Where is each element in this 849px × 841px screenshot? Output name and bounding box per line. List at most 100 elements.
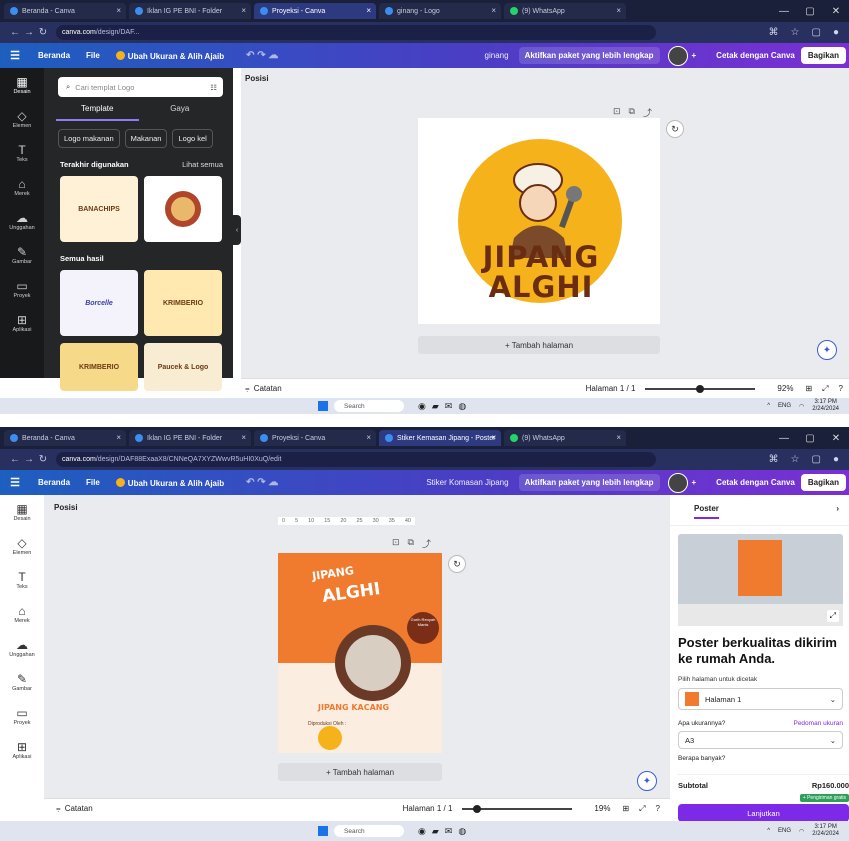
close-icon[interactable]: ×: [366, 433, 371, 442]
clock[interactable]: 3:17 PM 2/24/2024: [812, 824, 839, 838]
browser-tab[interactable]: Iklan IG PE BNI - Folder ×: [129, 430, 251, 446]
filter-chip[interactable]: Logo makanan: [58, 129, 120, 148]
search-input[interactable]: ⌕ Cari templat Logo ☷: [58, 77, 223, 97]
translate-icon[interactable]: ⌘: [769, 454, 779, 465]
design-page[interactable]: JIPANG ALGHI: [418, 118, 660, 324]
template-thumbnail[interactable]: BANACHIPS: [60, 176, 138, 242]
rail-item[interactable]: T Teks: [0, 563, 44, 597]
refresh-icon[interactable]: ↻: [448, 555, 466, 573]
size-guide-link[interactable]: Pedoman ukuran: [793, 720, 843, 727]
clock[interactable]: 3:17 PM 2/24/2024: [812, 399, 839, 413]
url-field[interactable]: canva.com/design/DAF...: [56, 25, 656, 40]
close-window-icon[interactable]: ✕: [823, 433, 849, 444]
close-icon[interactable]: ×: [491, 433, 496, 442]
rail-item[interactable]: ✎ Gambar: [0, 238, 44, 272]
language-indicator[interactable]: ENG: [778, 403, 791, 409]
language-indicator[interactable]: ENG: [778, 828, 791, 834]
reload-icon[interactable]: ↻: [36, 27, 50, 38]
rail-item[interactable]: ◇ Elemen: [0, 529, 44, 563]
expand-icon[interactable]: ⤢: [826, 610, 839, 622]
browser-tab[interactable]: (9) WhatsApp ×: [504, 3, 626, 19]
add-page-icon[interactable]: ⤴: [422, 537, 431, 550]
zoom-knob[interactable]: [472, 804, 481, 813]
template-thumbnail[interactable]: Paucek & Logo: [144, 343, 222, 391]
menu-icon[interactable]: ☰: [0, 49, 30, 62]
taskbar-search[interactable]: Search: [334, 825, 404, 837]
url-field[interactable]: canva.com/design/DAF88ExaaX8/CNNeQA7XYZW…: [56, 452, 656, 467]
profile-icon[interactable]: ●: [833, 27, 839, 38]
position-button[interactable]: Posisi: [245, 74, 269, 83]
avatar[interactable]: [667, 45, 688, 66]
minimize-icon[interactable]: —: [771, 433, 797, 444]
help-icon[interactable]: ?: [839, 384, 843, 393]
fullscreen-icon[interactable]: ⤢: [822, 384, 828, 394]
page-indicator[interactable]: Halaman 1 / 1: [586, 384, 636, 393]
windows-start-icon[interactable]: [318, 826, 328, 836]
chrome-icon[interactable]: ◍: [458, 826, 466, 837]
template-thumbnail[interactable]: Borcelle: [60, 270, 138, 336]
file-menu[interactable]: File: [86, 51, 100, 60]
notes-icon[interactable]: ⩦: [56, 804, 61, 814]
duplicate-icon[interactable]: ⧉: [408, 537, 414, 550]
browser-tab[interactable]: Beranda - Canva ×: [4, 430, 126, 446]
zoom-slider[interactable]: [462, 804, 573, 813]
help-icon[interactable]: ?: [656, 804, 660, 813]
document-title[interactable]: Stiker Komasan Jipang: [426, 478, 508, 487]
magic-assistant-icon[interactable]: ✦: [817, 340, 837, 360]
browser-tab[interactable]: Beranda - Canva ×: [4, 3, 126, 19]
rail-item[interactable]: ⊞ Aplikasi: [0, 306, 44, 340]
rail-item[interactable]: ▭ Proyek: [0, 272, 44, 306]
poster-page[interactable]: JIPANG ALGHI Gurih Renyah Manis JIPANG K…: [278, 553, 442, 753]
widgets-icon[interactable]: ◉: [418, 401, 426, 412]
windows-start-icon[interactable]: [318, 401, 328, 411]
home-button[interactable]: Beranda: [38, 478, 70, 487]
rail-item[interactable]: ✎ Gambar: [0, 665, 44, 699]
document-title[interactable]: ginang: [485, 51, 509, 60]
avatar[interactable]: [667, 472, 688, 493]
back-icon[interactable]: ←: [8, 454, 22, 465]
close-icon[interactable]: ×: [616, 433, 621, 442]
explorer-icon[interactable]: ▰: [432, 401, 439, 412]
chevron-right-icon[interactable]: ›: [836, 504, 839, 519]
profile-icon[interactable]: ●: [833, 454, 839, 465]
translate-icon[interactable]: ⌘: [769, 27, 779, 38]
refresh-icon[interactable]: ↻: [666, 120, 684, 138]
share-button[interactable]: Bagikan: [800, 47, 846, 64]
close-icon[interactable]: ×: [116, 433, 121, 442]
grid-view-icon[interactable]: ⊞: [805, 384, 812, 393]
close-icon[interactable]: ×: [491, 6, 496, 15]
zoom-value[interactable]: 19%: [594, 804, 610, 813]
see-all-link[interactable]: Lihat semua: [182, 160, 223, 169]
rail-item[interactable]: ⌂ Merek: [0, 597, 44, 631]
browser-tab[interactable]: Proyeksi - Canva ×: [254, 3, 376, 19]
close-icon[interactable]: ×: [241, 433, 246, 442]
position-button[interactable]: Posisi: [54, 503, 78, 512]
forward-icon[interactable]: →: [22, 27, 36, 38]
star-icon[interactable]: ☆: [791, 454, 800, 465]
close-icon[interactable]: ×: [241, 6, 246, 15]
filter-chip[interactable]: Makanan: [124, 129, 168, 148]
tab-template[interactable]: Template: [56, 104, 139, 121]
notes-icon[interactable]: ⩦: [245, 384, 250, 394]
lock-icon[interactable]: ⊡: [392, 537, 400, 550]
extensions-icon[interactable]: ▢: [812, 454, 821, 465]
template-thumbnail[interactable]: KRIMBERIO: [144, 270, 222, 336]
home-button[interactable]: Beranda: [38, 51, 70, 60]
resize-button[interactable]: Ubah Ukuran & Alih Ajaib: [115, 50, 224, 61]
chevron-up-icon[interactable]: ^: [767, 828, 770, 834]
zoom-slider[interactable]: [645, 384, 756, 393]
menu-icon[interactable]: ☰: [0, 476, 30, 489]
rail-item[interactable]: ⌂ Merek: [0, 170, 44, 204]
zoom-knob[interactable]: [696, 384, 705, 393]
zoom-value[interactable]: 92%: [777, 384, 793, 393]
explorer-icon[interactable]: ▰: [432, 826, 439, 837]
add-page-button[interactable]: + Tambah halaman: [278, 763, 442, 781]
size-select[interactable]: A3 ⌄: [678, 731, 843, 749]
widgets-icon[interactable]: ◉: [418, 826, 426, 837]
notes-button[interactable]: Catatan: [254, 384, 282, 393]
add-collaborator-icon[interactable]: +: [692, 51, 697, 60]
browser-tab[interactable]: (9) WhatsApp ×: [504, 430, 626, 446]
rail-item[interactable]: ⊞ Aplikasi: [0, 733, 44, 767]
mail-icon[interactable]: ✉: [445, 826, 453, 837]
minimize-icon[interactable]: —: [771, 6, 797, 17]
